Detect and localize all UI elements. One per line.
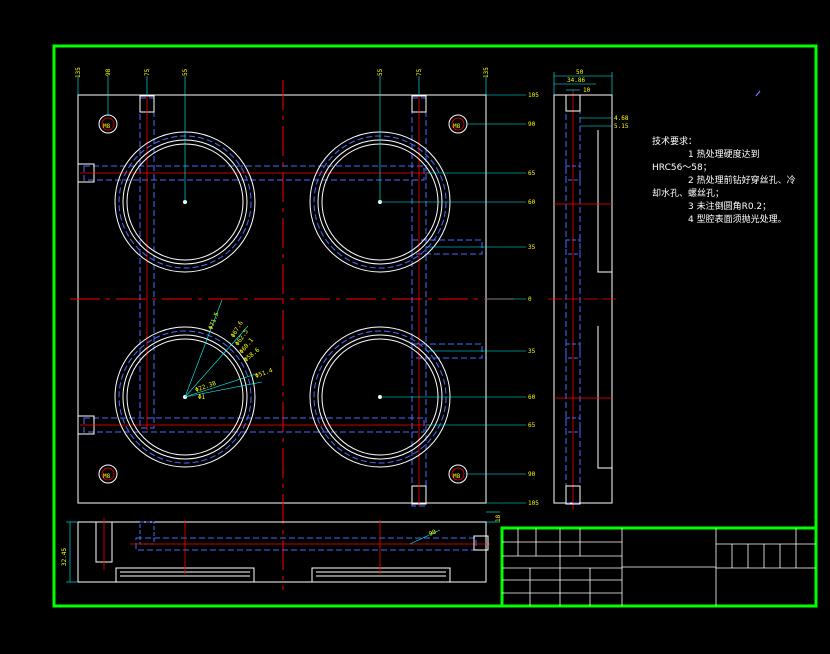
channel-port-rects	[77, 95, 427, 505]
side-dim-4: 5.15	[614, 123, 629, 130]
bottom-dim-2: 90	[428, 528, 438, 538]
right-dim-6: 35	[528, 348, 536, 355]
side-dim-1: 34.86	[567, 77, 585, 84]
right-dim-0: 105	[528, 92, 539, 99]
top-dim-4: 55	[377, 68, 384, 76]
hole-callout-tl: M8	[103, 123, 111, 130]
bottom-dim-0: 32.45	[61, 548, 68, 566]
right-dim-8: 65	[528, 422, 536, 429]
cavity-dim-0: Φ71.5	[207, 311, 220, 331]
section-outline	[77, 521, 487, 583]
right-dim-5: 0	[528, 296, 532, 303]
hole-callout-tr: M8	[453, 123, 461, 130]
cursor-mark	[755, 90, 761, 97]
top-dim-6: 135	[483, 67, 490, 78]
side-dim-0: 50	[576, 69, 584, 76]
top-dim-3: 55	[182, 68, 189, 76]
top-dim-0: 135	[75, 67, 82, 78]
right-dim-9: 90	[528, 471, 536, 478]
cad-drawing-canvas: M8 M8 M8 M8 135 98 75 55 55 75 135 105 9…	[52, 44, 818, 608]
right-dim-3: 60	[528, 199, 536, 206]
side-dim-3: 4.68	[614, 115, 629, 122]
right-dim-7: 60	[528, 394, 536, 401]
top-dim-2: 75	[144, 68, 151, 76]
tech-note-line-3: 却水孔、螺丝孔；	[652, 187, 724, 199]
right-dim-4: 35	[528, 244, 536, 251]
top-dim-1: 98	[105, 68, 112, 76]
right-dim-2: 65	[528, 170, 536, 177]
tech-note-line-0: 1 热处理硬度达到	[688, 148, 760, 160]
hole-callout-br: M8	[453, 473, 461, 480]
cavity-dim-5: Φ51.4	[254, 367, 274, 380]
tech-notes-title: 技术要求：	[652, 135, 697, 147]
tech-note-line-4: 3 未注倒圆角R0.2；	[688, 200, 771, 212]
section-view: 32.45 18 90	[61, 511, 502, 583]
title-block	[500, 526, 818, 608]
right-dim-10: 105	[528, 500, 539, 507]
tech-note-line-1: HRC56～58；	[652, 163, 712, 173]
tech-note-line-5: 4 型腔表面须抛光处理。	[688, 213, 787, 225]
side-dim-2: 10	[583, 87, 591, 94]
cavity-dim-7: Φ1	[198, 394, 206, 401]
plan-view: M8 M8 M8 M8 135 98 75 55 55 75 135 105 9…	[70, 67, 539, 590]
top-dim-5: 75	[416, 68, 423, 76]
hole-callout-bl: M8	[103, 473, 111, 480]
bottom-dim-1: 18	[495, 514, 502, 522]
side-view: 50 34.86 10 4.68 5.15	[548, 69, 629, 510]
tech-notes: 技术要求： 1 热处理硬度达到 HRC56～58； 2 热处理前钻好穿丝孔、冷 …	[652, 135, 796, 225]
cavity-dim-6: Φ22.38	[194, 380, 217, 394]
right-dim-1: 90	[528, 121, 536, 128]
tech-note-line-2: 2 热处理前钻好穿丝孔、冷	[688, 174, 796, 186]
